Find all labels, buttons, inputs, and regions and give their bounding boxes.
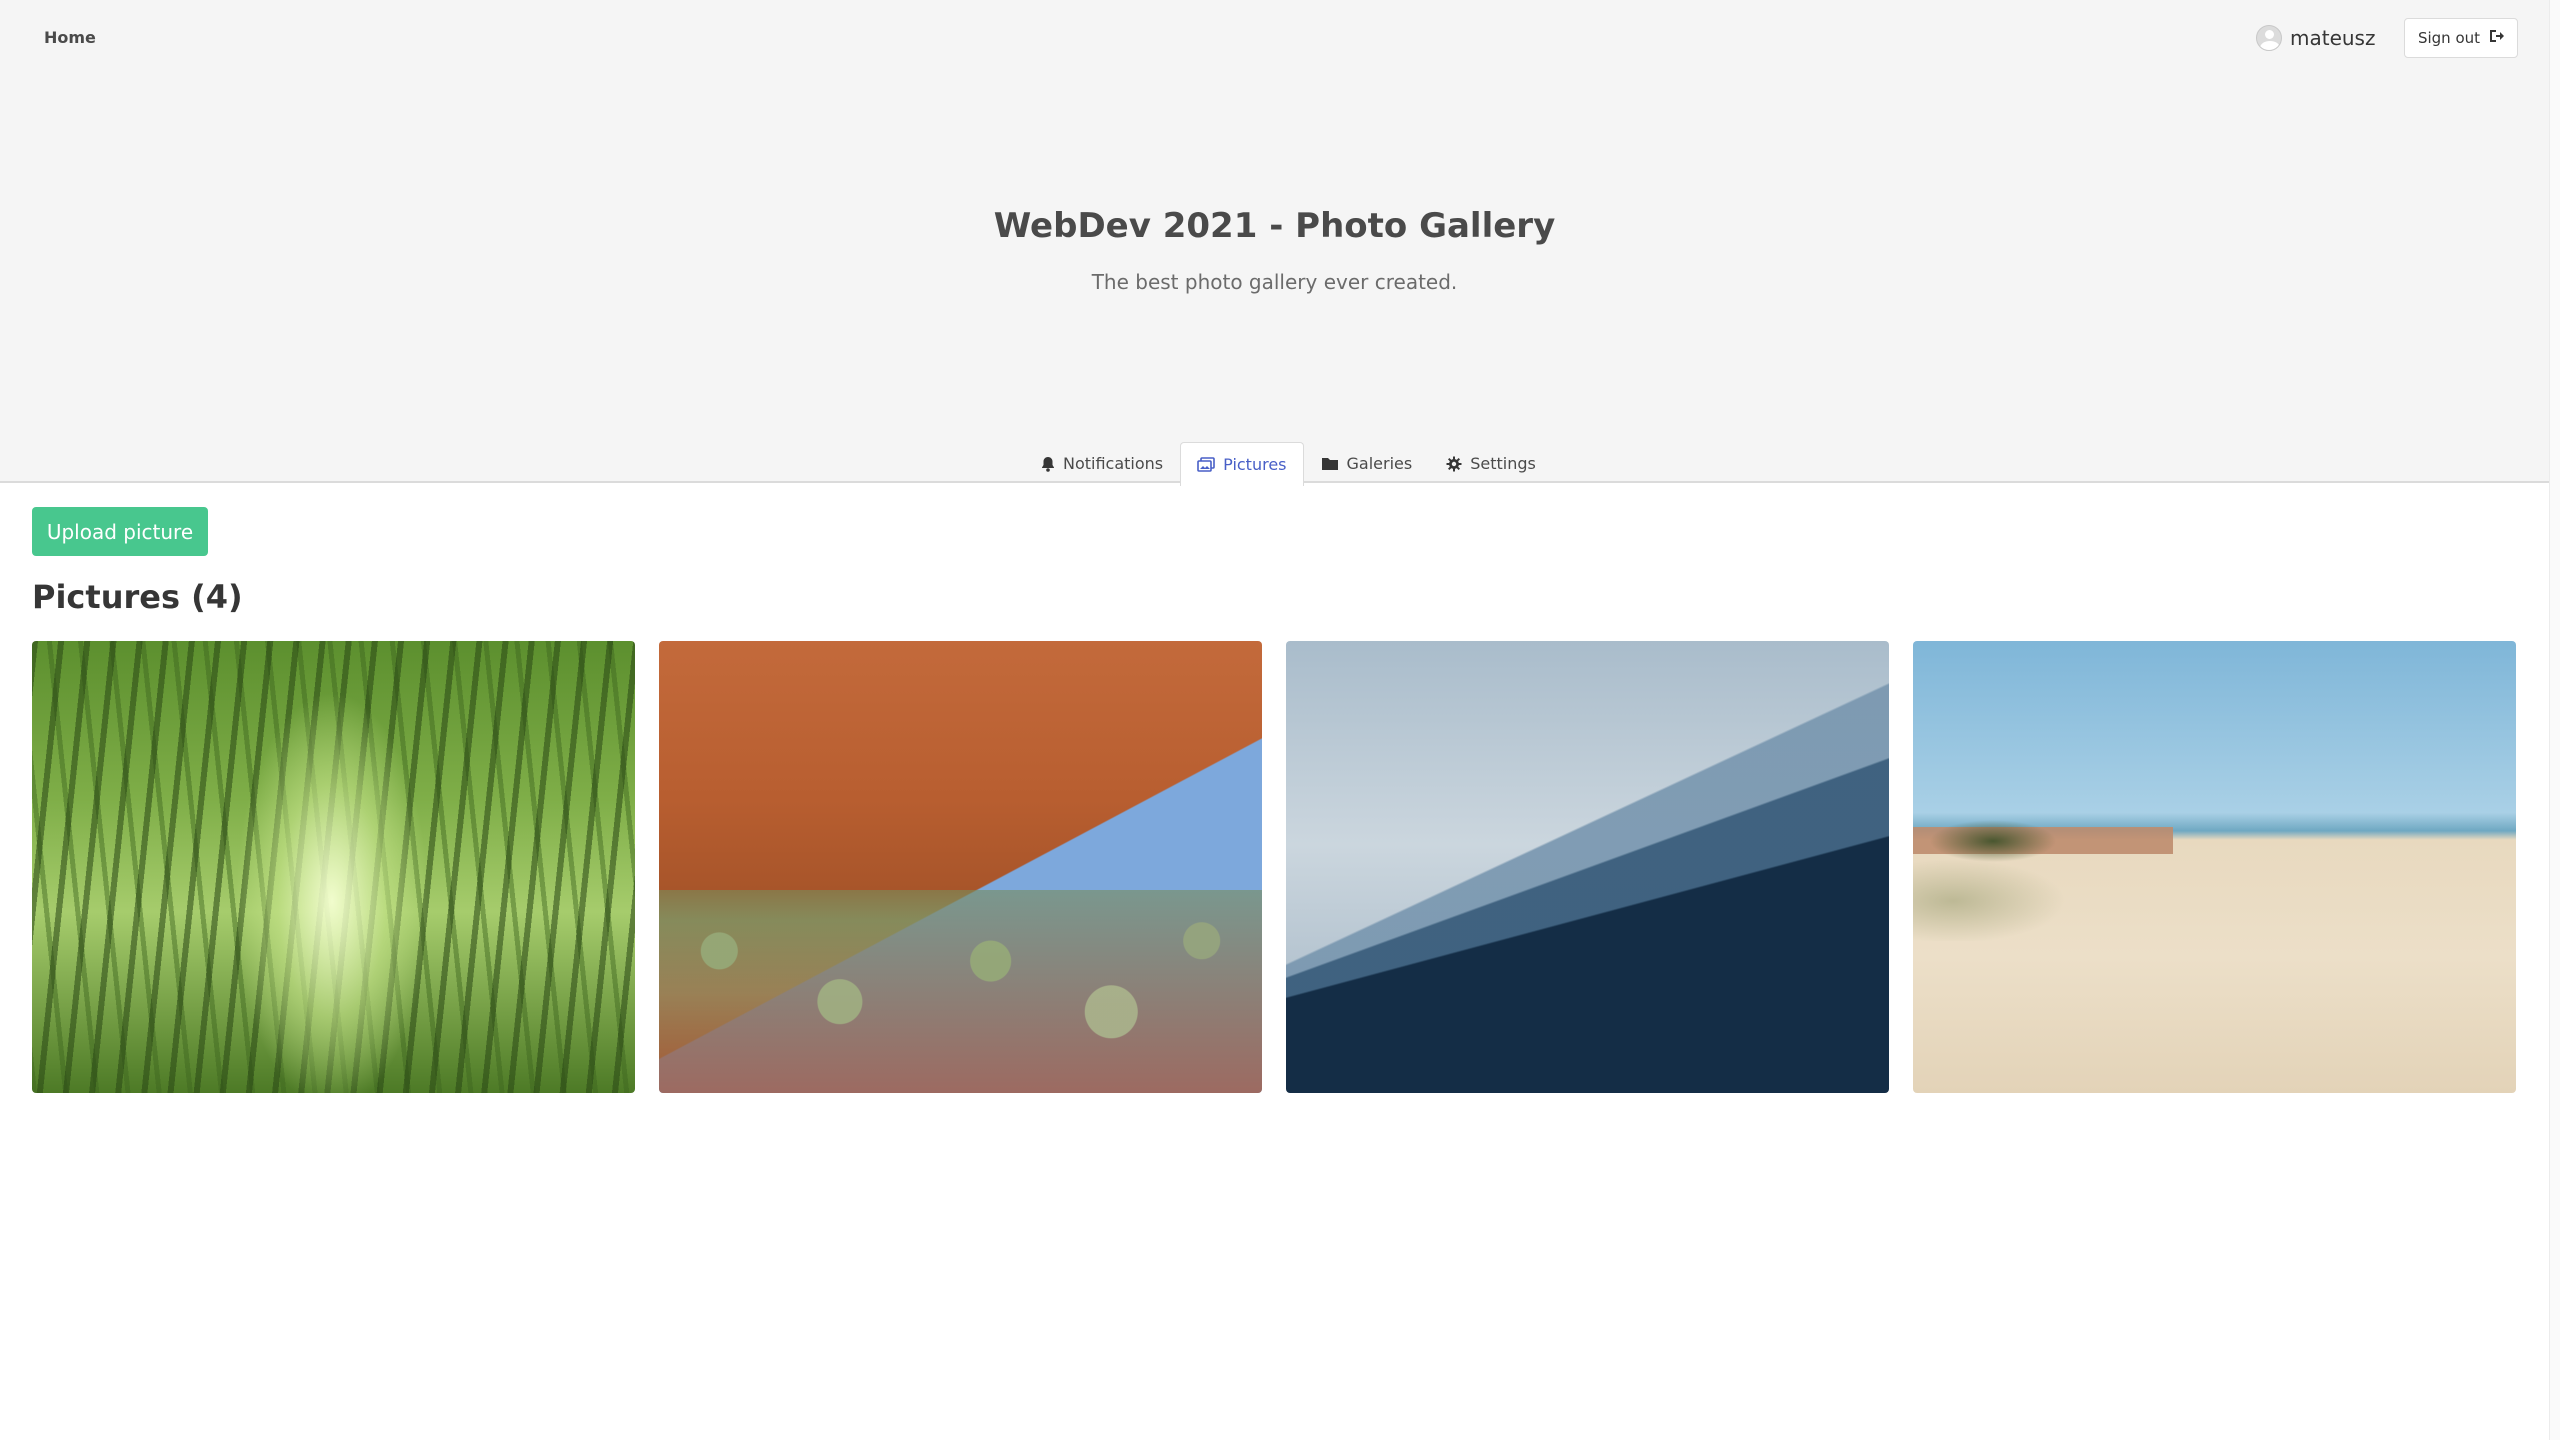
tab-label: Notifications xyxy=(1063,454,1164,473)
picture-misty-mountains[interactable] xyxy=(1286,641,1889,1093)
avatar xyxy=(2256,25,2282,51)
tab-pictures[interactable]: Pictures xyxy=(1180,442,1304,486)
picture-grid xyxy=(32,641,2516,1093)
nav-home-link[interactable]: Home xyxy=(44,24,96,52)
user-menu[interactable]: mateusz xyxy=(2256,20,2375,56)
sign-out-label: Sign out xyxy=(2417,29,2481,47)
upload-picture-button[interactable]: Upload picture xyxy=(32,507,208,556)
tab-label: Settings xyxy=(1470,454,1536,473)
tab-notifications[interactable]: Notifications xyxy=(1024,442,1180,484)
sign-out-icon xyxy=(2488,28,2505,48)
bell-icon xyxy=(1041,456,1055,472)
pictures-icon xyxy=(1197,456,1215,473)
sign-out-button[interactable]: Sign out xyxy=(2404,18,2518,58)
page-subtitle: The best photo gallery ever created. xyxy=(1091,270,1458,294)
scrollbar[interactable] xyxy=(2549,0,2560,1440)
tab-bar: Notifications Pictures Galeries Settings xyxy=(1024,440,1553,486)
pictures-heading: Pictures (4) xyxy=(32,578,243,616)
username-label: mateusz xyxy=(2290,26,2376,50)
page-title: WebDev 2021 - Photo Gallery xyxy=(993,206,1556,246)
gear-icon xyxy=(1446,456,1462,472)
tab-label: Galeries xyxy=(1346,454,1413,473)
tab-settings[interactable]: Settings xyxy=(1429,442,1553,484)
folder-icon xyxy=(1321,456,1339,471)
picture-bamboo-forest[interactable] xyxy=(32,641,635,1093)
picture-red-rock[interactable] xyxy=(659,641,1262,1093)
tab-galeries[interactable]: Galeries xyxy=(1304,442,1430,484)
picture-beach[interactable] xyxy=(1913,641,2516,1093)
tab-label: Pictures xyxy=(1223,455,1287,474)
